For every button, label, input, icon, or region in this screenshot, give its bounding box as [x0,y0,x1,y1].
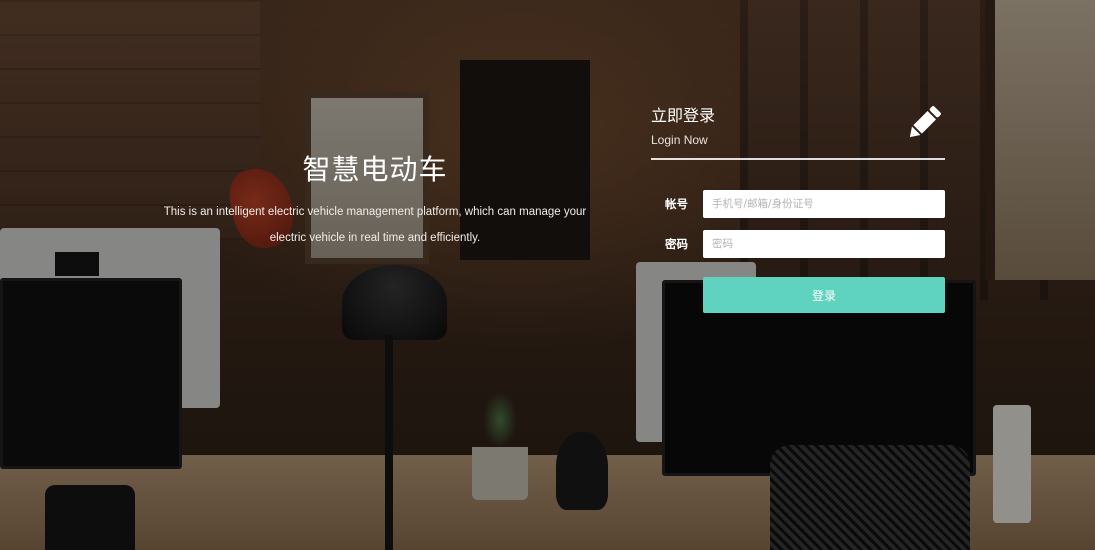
account-input[interactable] [703,190,945,218]
background-dim-overlay [0,0,1095,550]
account-label: 帐号 [665,197,688,211]
password-label: 密码 [665,237,688,251]
login-page: 智慧电动车 This is an intelligent electric ve… [0,0,1095,550]
password-row: 密码 [651,230,945,258]
login-title: 立即登录 [651,106,716,125]
account-row: 帐号 [651,190,945,218]
pencil-icon [909,106,941,138]
login-subtitle: Login Now [651,133,708,147]
login-header: 立即登录 Login Now [651,100,945,160]
login-button[interactable]: 登录 [703,277,945,313]
password-input[interactable] [703,230,945,258]
hero-description: This is an intelligent electric vehicle … [163,206,587,244]
hero-title: 智慧电动车 [302,153,448,186]
login-panel: 立即登录 Login Now 帐号 密码 登录 [651,100,945,313]
